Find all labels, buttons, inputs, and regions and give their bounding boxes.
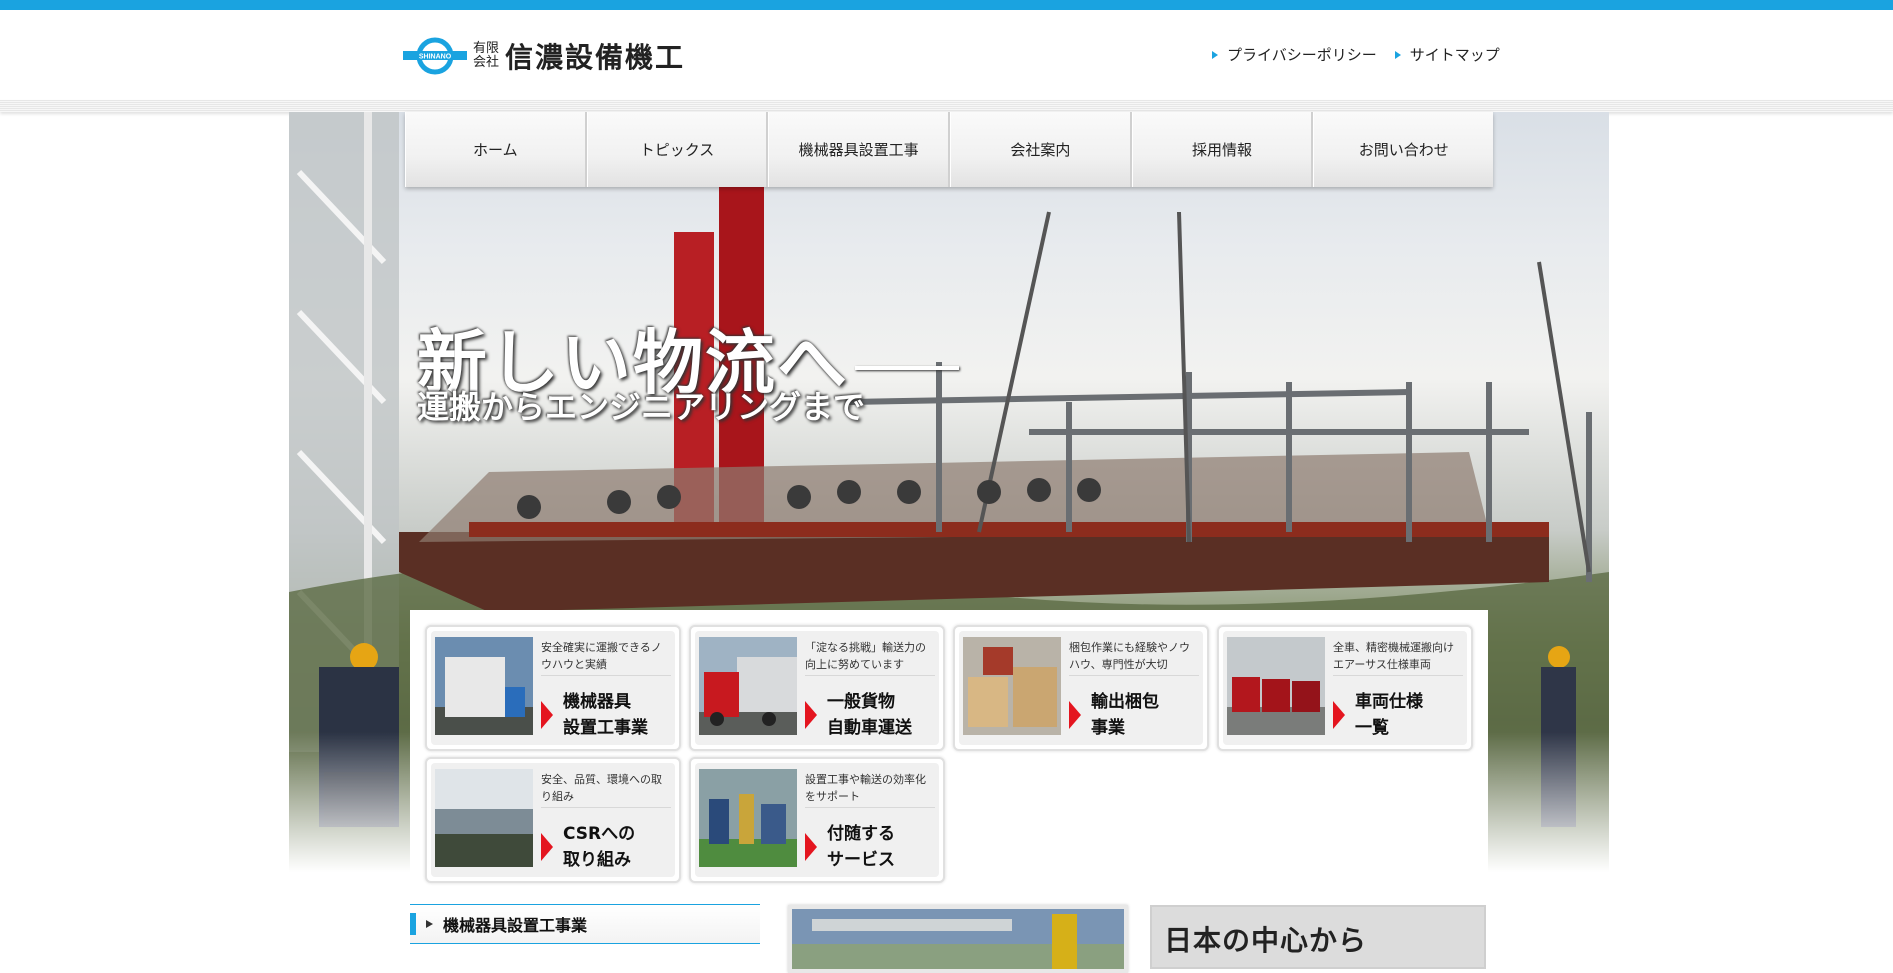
triangle-icon bbox=[426, 920, 433, 928]
red-arrow-icon bbox=[1069, 701, 1081, 729]
logo-mark-icon: SHINANO bbox=[403, 37, 467, 75]
nav-company[interactable]: 会社案内 bbox=[950, 112, 1132, 187]
nav-recruit[interactable]: 採用情報 bbox=[1131, 112, 1314, 187]
service-card-export-packing[interactable]: 梱包作業にも経験やノウハウ、専門性が大切 輸出梱包 事業 bbox=[953, 625, 1209, 751]
card-title: 機械器具 設置工事業 bbox=[563, 689, 648, 741]
card-desc: 設置工事や輸送の効率化をサポート bbox=[805, 771, 935, 808]
headline-dash bbox=[855, 365, 959, 370]
logo-company-name: 信濃設備機工 bbox=[505, 41, 686, 74]
logo-company-type: 有限 会社 bbox=[473, 42, 499, 70]
lake-photo bbox=[435, 769, 533, 867]
utility-links: プライバシーポリシー サイトマップ bbox=[1212, 44, 1500, 65]
banner-text: 日本の中心から bbox=[1164, 924, 1368, 957]
truck-photo bbox=[699, 637, 797, 735]
card-title-line2: 自動車運送 bbox=[827, 718, 912, 738]
nav-machinery-installation[interactable]: 機械器具設置工事 bbox=[768, 112, 951, 187]
red-arrow-icon bbox=[805, 833, 817, 861]
red-arrow-icon bbox=[1333, 701, 1345, 729]
service-card-machinery[interactable]: 安全確実に運搬できるノウハウと実績 機械器具 設置工事業 bbox=[425, 625, 681, 751]
card-title: 輸出梱包 事業 bbox=[1091, 689, 1159, 741]
logo-small-bottom: 会社 bbox=[473, 55, 500, 70]
card-title: 車両仕様 一覧 bbox=[1355, 689, 1423, 741]
card-desc: 全車、精密機械運搬向けエアーサス仕様車両 bbox=[1333, 639, 1463, 676]
red-arrow-icon bbox=[541, 833, 553, 861]
card-title-line1: 一般貨物 bbox=[827, 692, 895, 712]
card-title-line1: 機械器具 bbox=[563, 692, 631, 712]
service-card-services[interactable]: 設置工事や輸送の効率化をサポート 付随する サービス bbox=[689, 757, 945, 883]
sitemap-link[interactable]: サイトマップ bbox=[1394, 44, 1500, 65]
hero-subline: 運搬からエンジニアリングまで bbox=[417, 388, 866, 426]
card-title-line2: 事業 bbox=[1091, 718, 1125, 738]
card-title-line2: 取り組み bbox=[563, 850, 631, 870]
nav-contact[interactable]: お問い合わせ bbox=[1313, 112, 1494, 187]
card-title-line2: 一覧 bbox=[1355, 718, 1389, 738]
heading-accent-bar bbox=[410, 913, 416, 935]
privacy-policy-label: プライバシーポリシー bbox=[1227, 46, 1377, 64]
service-card-vehicles[interactable]: 全車、精密機械運搬向けエアーサス仕様車両 車両仕様 一覧 bbox=[1217, 625, 1473, 751]
site-logo[interactable]: SHINANO 有限 会社 信濃設備機工 bbox=[403, 36, 685, 76]
nav-home[interactable]: ホーム bbox=[405, 112, 587, 187]
service-card-csr[interactable]: 安全、品質、環境への取り組み CSRへの 取り組み bbox=[425, 757, 681, 883]
logo-small-top: 有限 bbox=[473, 41, 500, 56]
nav-topics[interactable]: トピックス bbox=[586, 112, 769, 187]
card-desc: 梱包作業にも経験やノウハウ、専門性が大切 bbox=[1069, 639, 1199, 676]
card-desc: 「淀なる挑戦」輸送力の向上に努めています bbox=[805, 639, 935, 676]
privacy-policy-link[interactable]: プライバシーポリシー bbox=[1212, 44, 1377, 65]
section-heading-label: 機械器具設置工事業 bbox=[443, 916, 588, 935]
install-photo-image bbox=[792, 909, 1124, 969]
triangle-icon bbox=[1212, 50, 1218, 59]
site-header bbox=[0, 10, 1893, 110]
header-divider bbox=[0, 100, 1893, 112]
card-title-line1: 輸出梱包 bbox=[1091, 692, 1159, 712]
crates-photo bbox=[963, 637, 1061, 735]
service-panel: 安全確実に運搬できるノウハウと実績 機械器具 設置工事業 「淀なる挑戦」輸送力の… bbox=[410, 610, 1488, 890]
main-nav: ホーム トピックス 機械器具設置工事 会社案内 採用情報 お問い合わせ bbox=[405, 112, 1494, 187]
machinery-install-photo[interactable] bbox=[788, 905, 1128, 973]
card-title-line1: CSRへの bbox=[563, 824, 636, 844]
card-title-line2: サービス bbox=[827, 850, 895, 870]
fleet-photo bbox=[1227, 637, 1325, 735]
japan-center-banner[interactable]: 日本の中心から bbox=[1150, 905, 1486, 969]
card-title-line1: 付随する bbox=[827, 824, 895, 844]
warehouse-photo bbox=[699, 769, 797, 867]
card-title-line1: 車両仕様 bbox=[1355, 692, 1423, 712]
card-desc: 安全、品質、環境への取り組み bbox=[541, 771, 671, 808]
red-arrow-icon bbox=[805, 701, 817, 729]
sitemap-label: サイトマップ bbox=[1409, 46, 1500, 64]
card-desc: 安全確実に運搬できるノウハウと実績 bbox=[541, 639, 671, 676]
triangle-icon bbox=[1394, 50, 1401, 59]
card-title-line2: 設置工事業 bbox=[563, 718, 648, 738]
card-title: 一般貨物 自動車運送 bbox=[827, 689, 912, 741]
service-card-freight[interactable]: 「淀なる挑戦」輸送力の向上に努めています 一般貨物 自動車運送 bbox=[689, 625, 945, 751]
card-title: CSRへの 取り組み bbox=[563, 821, 635, 873]
top-accent-bar bbox=[0, 0, 1893, 10]
card-title: 付随する サービス bbox=[827, 821, 895, 873]
red-arrow-icon bbox=[541, 701, 553, 729]
logo-mark-text: SHINANO bbox=[419, 54, 452, 61]
section-heading[interactable]: 機械器具設置工事業 bbox=[410, 904, 760, 944]
machinery-photo bbox=[435, 637, 533, 735]
